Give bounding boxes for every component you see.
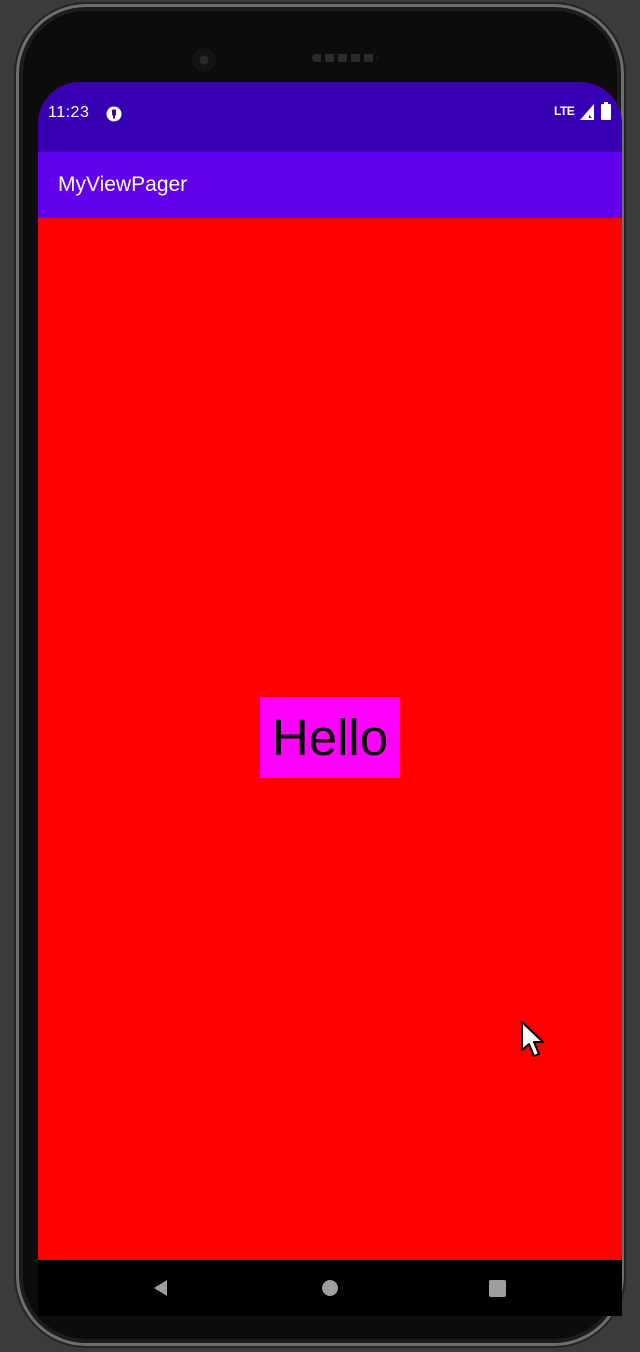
view-pager-page[interactable]: Hello	[38, 218, 622, 1260]
navigation-bar	[38, 1260, 622, 1316]
app-title: MyViewPager	[58, 173, 188, 196]
front-camera	[192, 48, 216, 72]
hello-text: Hello	[260, 697, 400, 778]
signal-icon	[580, 104, 594, 120]
status-time: 11:23	[48, 104, 90, 121]
recents-icon[interactable]	[489, 1280, 506, 1297]
device-frame: 11:23 LTE MyViewPager Hello	[0, 0, 640, 1352]
screen: 11:23 LTE MyViewPager Hello	[38, 82, 622, 1260]
app-bar: MyViewPager	[38, 152, 622, 218]
notification-icon	[106, 106, 122, 122]
back-icon[interactable]	[151, 1278, 171, 1298]
earpiece-speaker	[312, 54, 378, 62]
network-type-label: LTE	[554, 104, 575, 118]
home-icon[interactable]	[322, 1280, 338, 1296]
status-bar: 11:23 LTE	[38, 82, 622, 152]
battery-icon	[601, 102, 611, 120]
mouse-cursor-icon	[521, 1021, 544, 1057]
